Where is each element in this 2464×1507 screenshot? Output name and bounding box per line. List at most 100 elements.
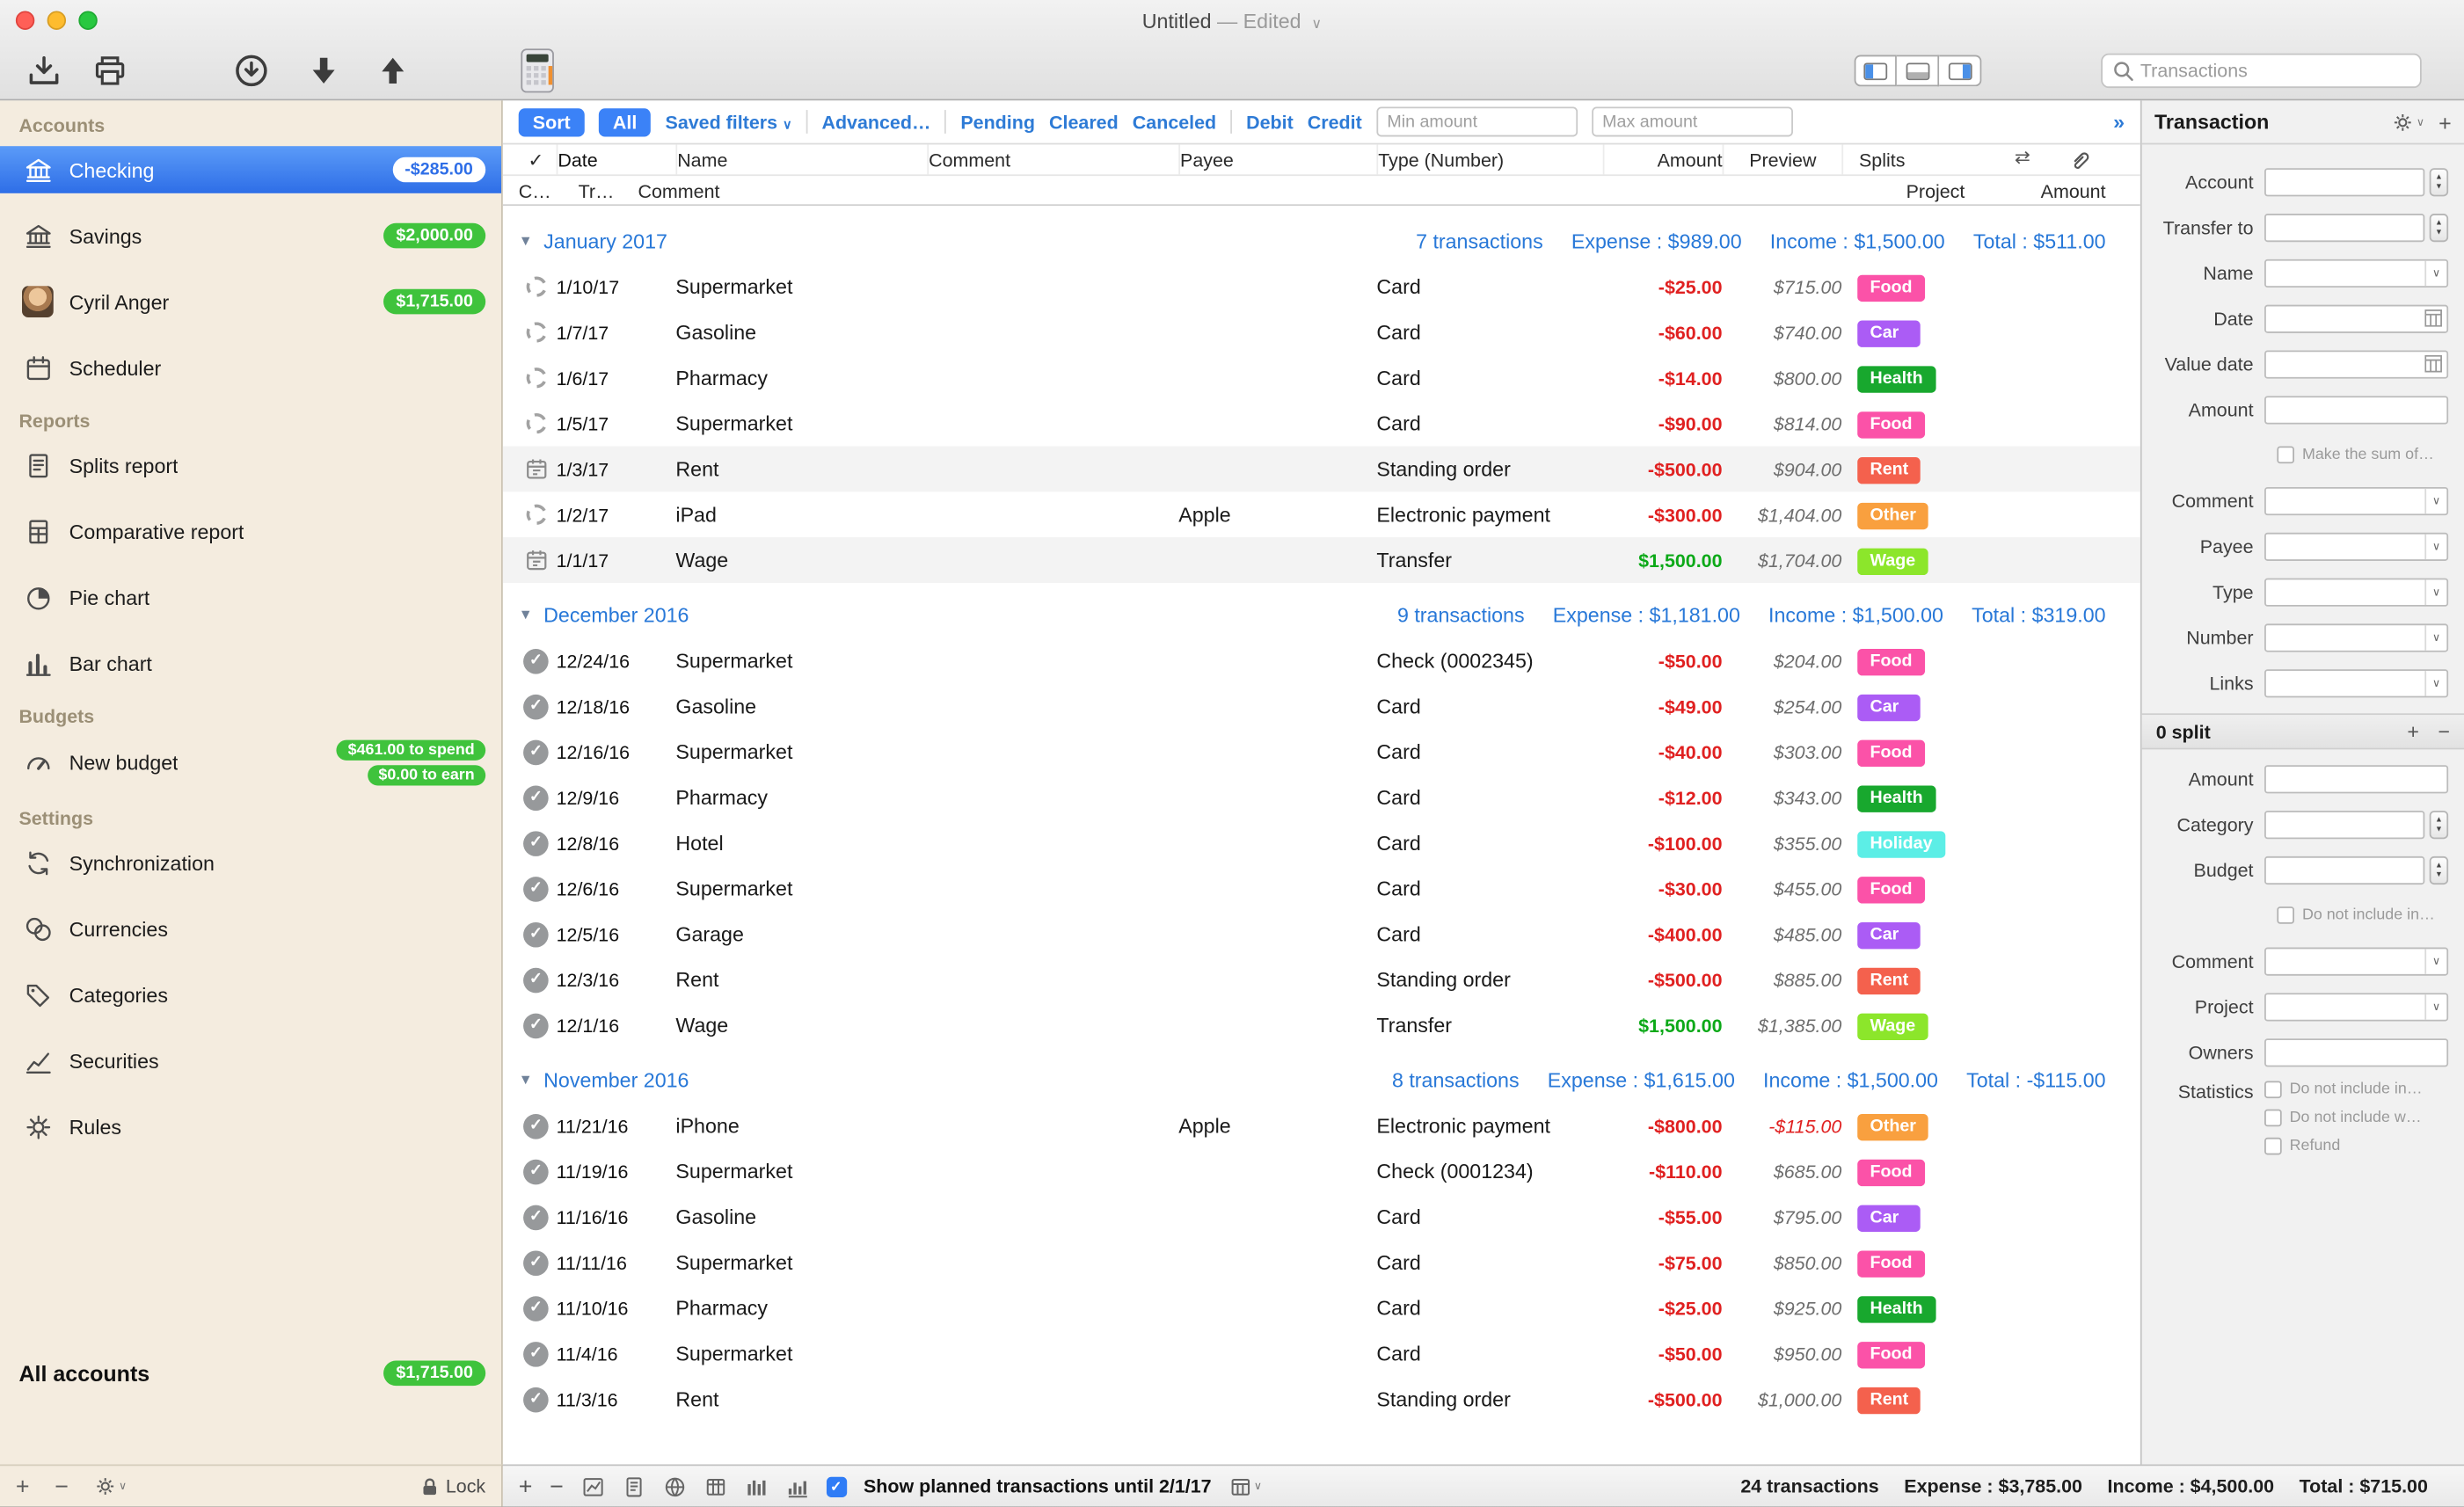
filter-cleared-button[interactable]: Cleared [1049, 111, 1119, 133]
column-payee[interactable]: Payee [1178, 144, 1376, 174]
category-tag[interactable]: Food [1857, 411, 1925, 437]
number-combo[interactable]: ∨ [2264, 623, 2448, 652]
move-up-button[interactable] [374, 52, 412, 90]
column-comment[interactable]: Comment [927, 144, 1178, 174]
add-split-button[interactable]: + [2407, 719, 2419, 743]
download-circle-button[interactable] [232, 52, 270, 90]
category-tag[interactable]: Health [1857, 1295, 1935, 1321]
minimize-button[interactable] [47, 11, 66, 30]
sidebar-item-pie-chart[interactable]: Pie chart [0, 573, 501, 621]
category-tag[interactable]: Car [1857, 320, 1920, 346]
graph-icon[interactable] [580, 1474, 604, 1498]
category-tag[interactable]: Health [1857, 365, 1935, 391]
month-group-header[interactable]: ▼December 20169 transactionsExpense : $1… [503, 591, 2140, 638]
project-combo[interactable]: ∨ [2264, 992, 2448, 1020]
lock-button[interactable]: Lock [419, 1475, 485, 1497]
category-tag[interactable]: Other [1857, 502, 1928, 528]
column-type[interactable]: Type (Number) [1376, 144, 1602, 174]
category-tag[interactable]: Car [1857, 921, 1920, 948]
type-combo[interactable]: ∨ [2264, 578, 2448, 606]
table-icon[interactable] [703, 1474, 727, 1498]
column-transfer[interactable]: Tr… [579, 181, 615, 203]
transaction-row[interactable]: ✓12/1/16WageTransfer$1,500.00$1,385.00Wa… [503, 1002, 2140, 1048]
do-not-include-in-checkbox[interactable] [2277, 906, 2294, 924]
filter-pending-button[interactable]: Pending [960, 111, 1035, 133]
month-group-header[interactable]: ▼January 20177 transactionsExpense : $98… [503, 217, 2140, 265]
transaction-row[interactable]: ✓12/16/16SupermarketCard-$40.00$303.00Fo… [503, 729, 2140, 775]
column-split-amount[interactable]: Amount [2041, 181, 2106, 203]
category-field[interactable] [2264, 810, 2424, 838]
print-button[interactable] [91, 52, 129, 90]
transaction-row[interactable]: ✓12/5/16GarageCard-$400.00$485.00Car [503, 911, 2140, 957]
column-preview[interactable]: Preview [1723, 144, 1842, 174]
make-the-sum-of-checkbox[interactable] [2277, 447, 2294, 464]
sidebar-item-securities[interactable]: Securities [0, 1037, 501, 1084]
category-tag[interactable]: Food [1857, 1341, 1925, 1367]
calculator-icon[interactable] [519, 47, 557, 95]
category-tag[interactable]: Food [1857, 274, 1925, 301]
all-accounts-row[interactable]: All accounts $1,715.00 [0, 1361, 501, 1387]
column-date[interactable]: Date [557, 144, 676, 174]
category-tag[interactable]: Food [1857, 1250, 1925, 1277]
payee-combo[interactable]: ∨ [2264, 532, 2448, 560]
globe-icon[interactable] [662, 1474, 686, 1498]
category-tag[interactable]: Food [1857, 648, 1925, 674]
sidebar-item-currencies[interactable]: Currencies [0, 905, 501, 952]
transfer-column-icon[interactable]: ⇄ [2015, 146, 2030, 168]
category-tag[interactable]: Rent [1857, 456, 1921, 483]
category-tag[interactable]: Food [1857, 876, 1925, 902]
column-project[interactable]: Project [1906, 181, 1965, 203]
sidebar-item-bar-chart[interactable]: Bar chart [0, 639, 501, 687]
budget-stepper[interactable]: ▲▼ [2430, 855, 2448, 884]
column-checked[interactable]: C… [519, 181, 551, 203]
disclosure-triangle-icon[interactable]: ▼ [519, 232, 533, 248]
toggle-inspector-button[interactable] [1939, 55, 1981, 87]
transaction-row[interactable]: 1/5/17SupermarketCard-$90.00$814.00Food [503, 401, 2140, 447]
filter-all-button[interactable]: All [599, 107, 652, 135]
category-tag[interactable]: Food [1857, 739, 1925, 766]
sidebar-item-synchronization[interactable]: Synchronization [0, 839, 501, 886]
category-tag[interactable]: Wage [1857, 1013, 1928, 1039]
remove-account-button[interactable]: − [55, 1473, 69, 1499]
transfer-to-stepper[interactable]: ▲▼ [2430, 213, 2448, 241]
close-button[interactable] [16, 11, 34, 30]
account-field[interactable] [2264, 167, 2424, 195]
calendar-popup-icon[interactable]: ∨ [1228, 1474, 1262, 1498]
columns-icon[interactable] [744, 1474, 768, 1498]
amount-field[interactable] [2264, 764, 2448, 792]
transaction-row[interactable]: 1/3/17RentStanding order-$500.00$904.00R… [503, 447, 2140, 492]
category-tag[interactable]: Rent [1857, 967, 1921, 994]
advanced-filter-button[interactable]: Advanced… [821, 111, 930, 133]
column-subcomment[interactable]: Comment [638, 181, 720, 203]
transaction-row[interactable]: ✓11/21/16iPhoneAppleElectronic payment-$… [503, 1103, 2140, 1148]
remove-split-button[interactable]: − [2438, 719, 2450, 743]
column-splits[interactable]: Splits [1841, 144, 1905, 174]
toggle-sidebar-button[interactable] [1855, 55, 1897, 87]
sidebar-item-checking[interactable]: Checking-$285.00 [0, 146, 501, 193]
sidebar-item-comparative-report[interactable]: Comparative report [0, 507, 501, 555]
move-down-button[interactable] [305, 52, 343, 90]
transaction-row[interactable]: ✓12/8/16HotelCard-$100.00$355.00Holiday [503, 820, 2140, 866]
column-status[interactable]: ✓ [515, 144, 556, 174]
account-actions-button[interactable]: ∨ [93, 1475, 127, 1497]
transaction-row[interactable]: ✓11/10/16PharmacyCard-$25.00$925.00Healt… [503, 1285, 2140, 1331]
sort-button[interactable]: Sort [519, 107, 585, 135]
disclosure-triangle-icon[interactable]: ▼ [519, 607, 533, 622]
comment-combo[interactable]: ∨ [2264, 947, 2448, 975]
category-tag[interactable]: Health [1857, 785, 1935, 812]
sidebar-item-categories[interactable]: Categories [0, 971, 501, 1018]
import-button[interactable] [26, 52, 63, 90]
value-date-field[interactable] [2264, 350, 2448, 378]
account-stepper[interactable]: ▲▼ [2430, 167, 2448, 195]
name-combo[interactable]: ∨ [2264, 258, 2448, 287]
disclosure-triangle-icon[interactable]: ▼ [519, 1072, 533, 1088]
saved-filters-dropdown[interactable]: Saved filters ∨ [666, 111, 792, 133]
filter-canceled-button[interactable]: Canceled [1133, 111, 1216, 133]
transaction-row[interactable]: ✓12/6/16SupermarketCard-$30.00$455.00Foo… [503, 866, 2140, 912]
category-tag[interactable]: Rent [1857, 1387, 1921, 1413]
transaction-row[interactable]: 1/10/17SupermarketCard-$25.00$715.00Food [503, 264, 2140, 309]
column-amount[interactable]: Amount [1603, 144, 1723, 174]
do-not-include-w-checkbox[interactable] [2264, 1110, 2282, 1127]
show-planned-checkbox[interactable]: ✓ [826, 1476, 846, 1496]
category-tag[interactable]: Car [1857, 1205, 1920, 1231]
